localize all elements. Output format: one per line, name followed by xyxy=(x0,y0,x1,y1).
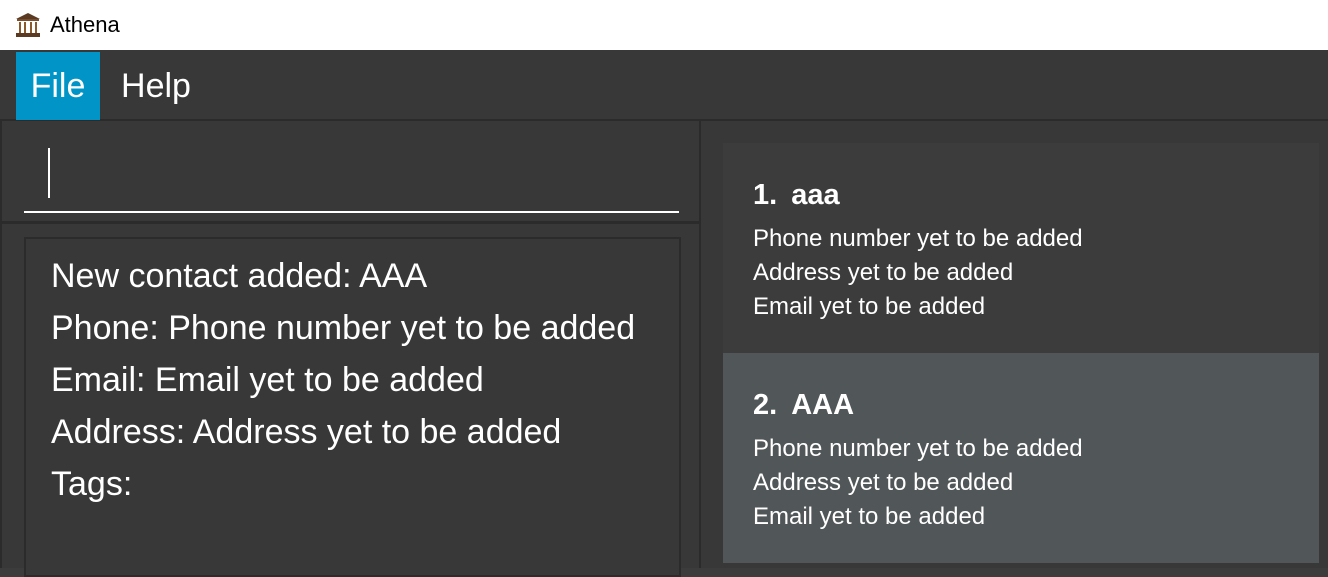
command-box xyxy=(2,121,699,224)
left-pane: New contact added: AAA Phone: Phone numb… xyxy=(0,121,701,577)
result-line: New contact added: AAA xyxy=(51,257,428,295)
contact-email: Email yet to be added xyxy=(753,503,986,530)
contact-card-selected[interactable]: 2. AAA Phone number yet to be added Addre… xyxy=(723,353,1319,563)
temple-icon xyxy=(14,11,42,39)
result-line: Tags: xyxy=(51,465,133,503)
contact-address: Address yet to be added xyxy=(753,259,1014,286)
contact-name: AAA xyxy=(791,389,855,421)
contact-phone: Phone number yet to be added xyxy=(753,435,1083,462)
contact-index: 1. xyxy=(753,179,778,211)
window-title: Athena xyxy=(50,12,120,37)
contact-name-row: 2. AAA xyxy=(753,389,854,422)
contact-name: aaa xyxy=(791,179,840,211)
contact-name-row: 1. aaa xyxy=(753,179,840,212)
result-display: New contact added: AAA Phone: Phone numb… xyxy=(24,237,681,577)
menu-bar: File Help xyxy=(0,50,1328,121)
contact-email: Email yet to be added xyxy=(753,293,986,320)
result-line: Email: Email yet to be added xyxy=(51,361,484,399)
contact-address: Address yet to be added xyxy=(753,469,1014,496)
result-line: Address: Address yet to be added xyxy=(51,413,562,451)
menu-help[interactable]: Help xyxy=(104,52,208,120)
contact-list: 1. aaa Phone number yet to be added Addre… xyxy=(701,121,1328,568)
result-line: Phone: Phone number yet to be added xyxy=(51,309,636,347)
contact-index: 2. xyxy=(753,389,778,421)
command-input[interactable] xyxy=(24,141,679,213)
contact-card[interactable]: 1. aaa Phone number yet to be added Addre… xyxy=(723,143,1319,353)
text-caret xyxy=(48,148,50,198)
menu-file[interactable]: File xyxy=(16,52,100,120)
contact-phone: Phone number yet to be added xyxy=(753,225,1083,252)
title-bar: Athena xyxy=(0,0,1328,50)
